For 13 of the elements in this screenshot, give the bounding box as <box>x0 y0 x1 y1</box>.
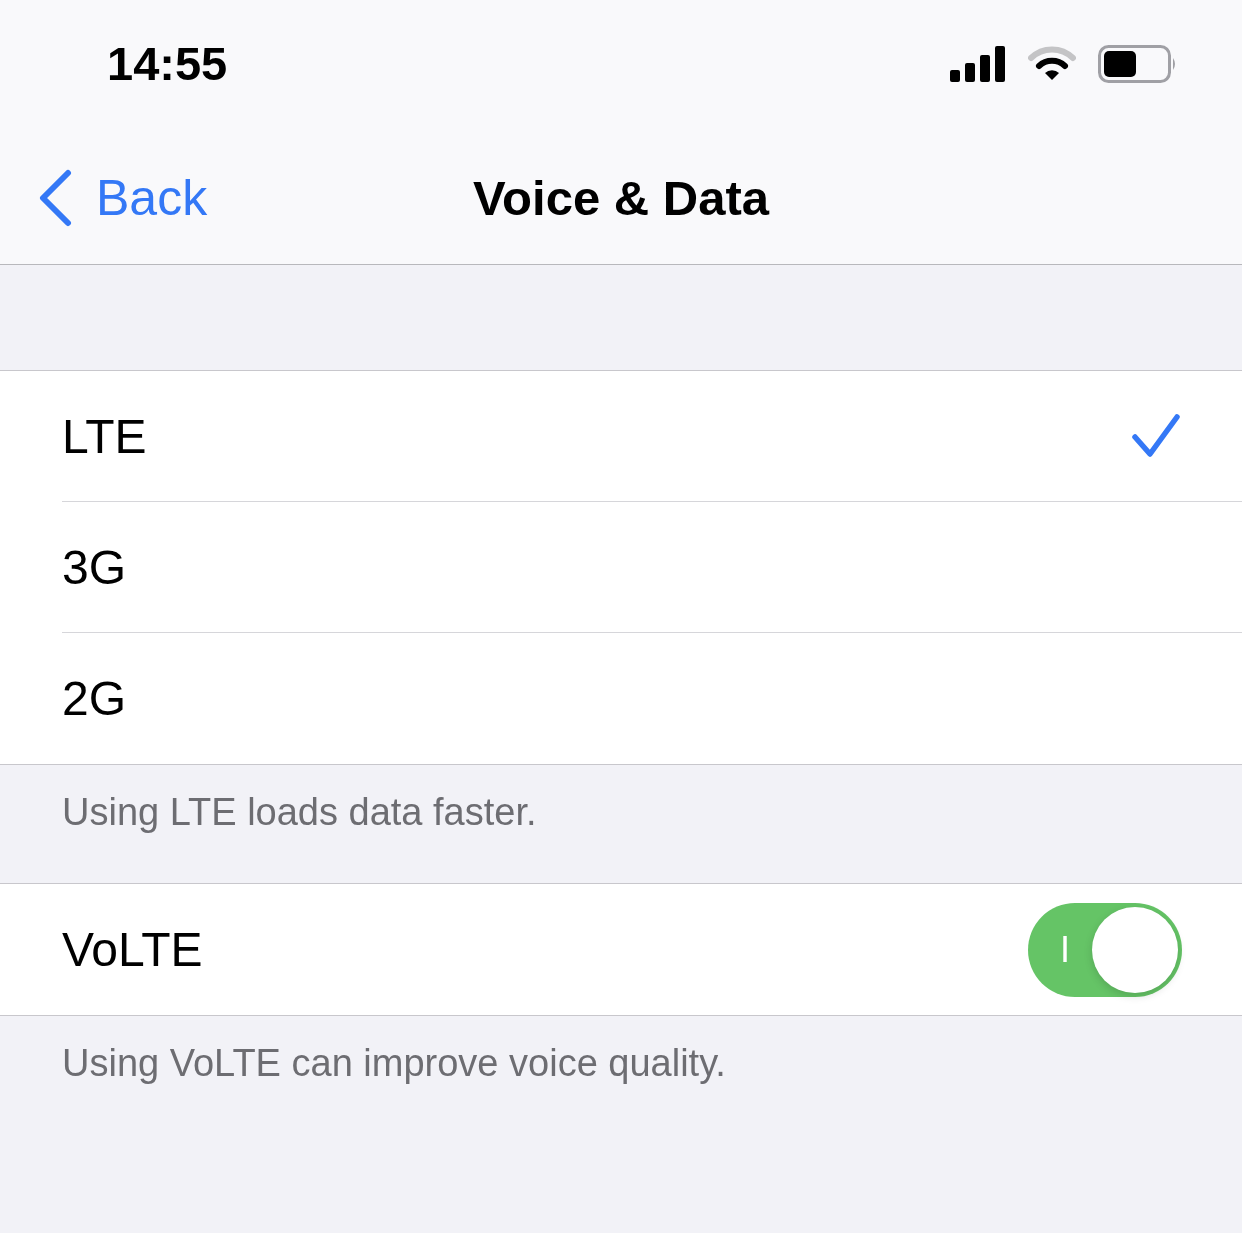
signal-icon <box>950 46 1006 82</box>
status-time: 14:55 <box>107 35 228 91</box>
chevron-left-icon <box>38 169 72 227</box>
battery-icon <box>1098 45 1178 83</box>
back-button[interactable]: Back <box>0 169 208 227</box>
screen-title: Voice & Data <box>473 170 769 226</box>
network-option[interactable]: 2G <box>62 633 1242 764</box>
setting-label: VoLTE <box>62 922 203 977</box>
footer-note: Using LTE loads data faster. <box>61 790 538 835</box>
network-option[interactable]: LTE <box>62 371 1242 502</box>
footer-note: Using VoLTE can improve voice quality. <box>61 1041 727 1085</box>
wifi-icon <box>1028 46 1076 82</box>
network-option[interactable]: 3G <box>62 502 1242 633</box>
